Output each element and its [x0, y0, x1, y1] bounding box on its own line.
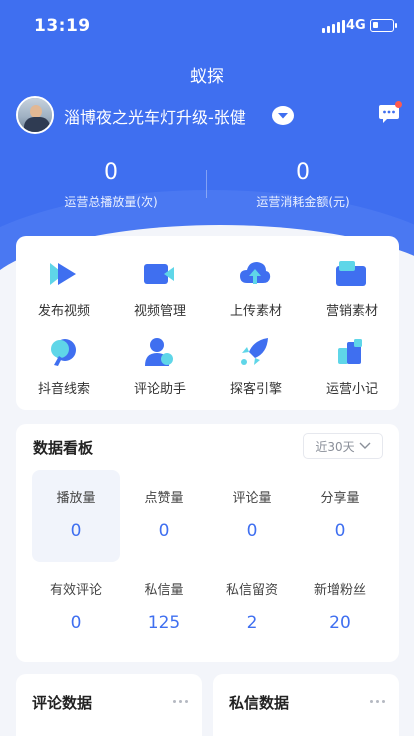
play-icon	[50, 263, 76, 285]
network-type: 4G	[346, 18, 366, 33]
video-camera-icon	[144, 264, 174, 284]
tool-marketing-material[interactable]: 营销素材	[304, 258, 400, 328]
chevron-down-icon	[359, 442, 371, 449]
messages-data-card: 私信数据	[213, 674, 399, 736]
metric-value: 0	[70, 613, 82, 633]
metric-message-leads[interactable]: 私信留资 2	[208, 562, 296, 654]
data-board-title: 数据看板	[33, 439, 94, 457]
notes-icon	[338, 339, 362, 364]
messages-data-title: 私信数据	[229, 694, 290, 712]
metric-value: 125	[147, 613, 181, 633]
comments-data-card: 评论数据	[16, 674, 202, 736]
rocket-icon	[241, 338, 268, 365]
summary-plays-value: 0	[104, 160, 118, 185]
data-board-card: 数据看板 近30天 播放量 0 点赞量 0 评论量 0 分享量 0 有效评论 0…	[16, 424, 399, 662]
metric-label: 播放量	[56, 491, 96, 506]
summary-plays-label: 运营总播放量(次)	[64, 195, 158, 209]
more-icon[interactable]	[370, 700, 385, 703]
tool-label: 抖音线索	[37, 382, 90, 397]
tool-label: 运营小记	[325, 382, 378, 397]
tool-prospect-engine[interactable]: 探客引擎	[208, 336, 304, 406]
user-icon	[145, 338, 173, 366]
cloud-upload-icon	[240, 262, 271, 284]
metric-label: 私信留资	[225, 583, 278, 598]
metric-value: 0	[70, 521, 82, 541]
tool-upload-material[interactable]: 上传素材	[208, 258, 304, 328]
tool-label: 视频管理	[133, 304, 186, 319]
metric-label: 评论量	[232, 491, 272, 506]
metric-value: 0	[334, 521, 346, 541]
more-icon[interactable]	[173, 700, 188, 703]
metric-value: 20	[329, 613, 351, 633]
chevron-down-icon[interactable]	[272, 106, 294, 125]
metric-value: 0	[246, 521, 258, 541]
metric-label: 新增粉丝	[313, 583, 366, 598]
date-range-select[interactable]: 近30天	[303, 433, 383, 459]
metric-label: 点赞量	[144, 491, 184, 506]
app-title: 蚁探	[190, 67, 224, 87]
summary-spend: 0 运营消耗金额(元)	[204, 160, 402, 210]
summary-plays: 0 运营总播放量(次)	[12, 160, 210, 210]
date-range-value: 近30天	[315, 439, 355, 454]
metric-value: 0	[158, 521, 170, 541]
metric-value: 2	[246, 613, 258, 633]
tools-card: 发布视频 视频管理 上传素材 营销素材 抖音线索 评论助手 探客引擎 运营小记	[16, 236, 399, 410]
summary-spend-label: 运营消耗金额(元)	[256, 195, 350, 209]
metric-plays[interactable]: 播放量 0	[32, 470, 120, 562]
notification-badge	[395, 101, 402, 108]
metric-comments[interactable]: 评论量 0	[208, 470, 296, 562]
metric-valid-comments[interactable]: 有效评论 0	[32, 562, 120, 654]
tool-ops-notes[interactable]: 运营小记	[304, 336, 400, 406]
tool-label: 营销素材	[325, 304, 378, 319]
folder-icon	[336, 261, 366, 286]
metric-likes[interactable]: 点赞量 0	[120, 470, 208, 562]
tool-comment-assistant[interactable]: 评论助手	[112, 336, 208, 406]
tool-label: 上传素材	[229, 304, 282, 319]
tool-douyin-leads[interactable]: 抖音线索	[16, 336, 112, 406]
tool-video-manage[interactable]: 视频管理	[112, 258, 208, 328]
metric-new-followers[interactable]: 新增粉丝 20	[296, 562, 384, 654]
metric-label: 有效评论	[49, 583, 102, 598]
tool-publish-video[interactable]: 发布视频	[16, 258, 112, 328]
status-time: 13:19	[34, 16, 91, 36]
summary-spend-value: 0	[296, 160, 310, 185]
metric-label: 私信量	[144, 583, 184, 598]
signal-icon	[322, 20, 345, 33]
comments-data-title: 评论数据	[32, 694, 93, 712]
search-icon	[51, 339, 76, 366]
avatar[interactable]	[16, 96, 54, 134]
tool-label: 发布视频	[37, 304, 90, 319]
metric-label: 分享量	[320, 491, 360, 506]
metric-shares[interactable]: 分享量 0	[296, 470, 384, 562]
tool-label: 探客引擎	[229, 382, 282, 397]
tool-label: 评论助手	[133, 382, 186, 397]
metric-private-messages[interactable]: 私信量 125	[120, 562, 208, 654]
battery-icon	[370, 19, 397, 32]
status-bar: 13:19 4G	[0, 0, 414, 52]
account-name[interactable]: 淄博夜之光车灯升级-张健	[64, 104, 246, 128]
